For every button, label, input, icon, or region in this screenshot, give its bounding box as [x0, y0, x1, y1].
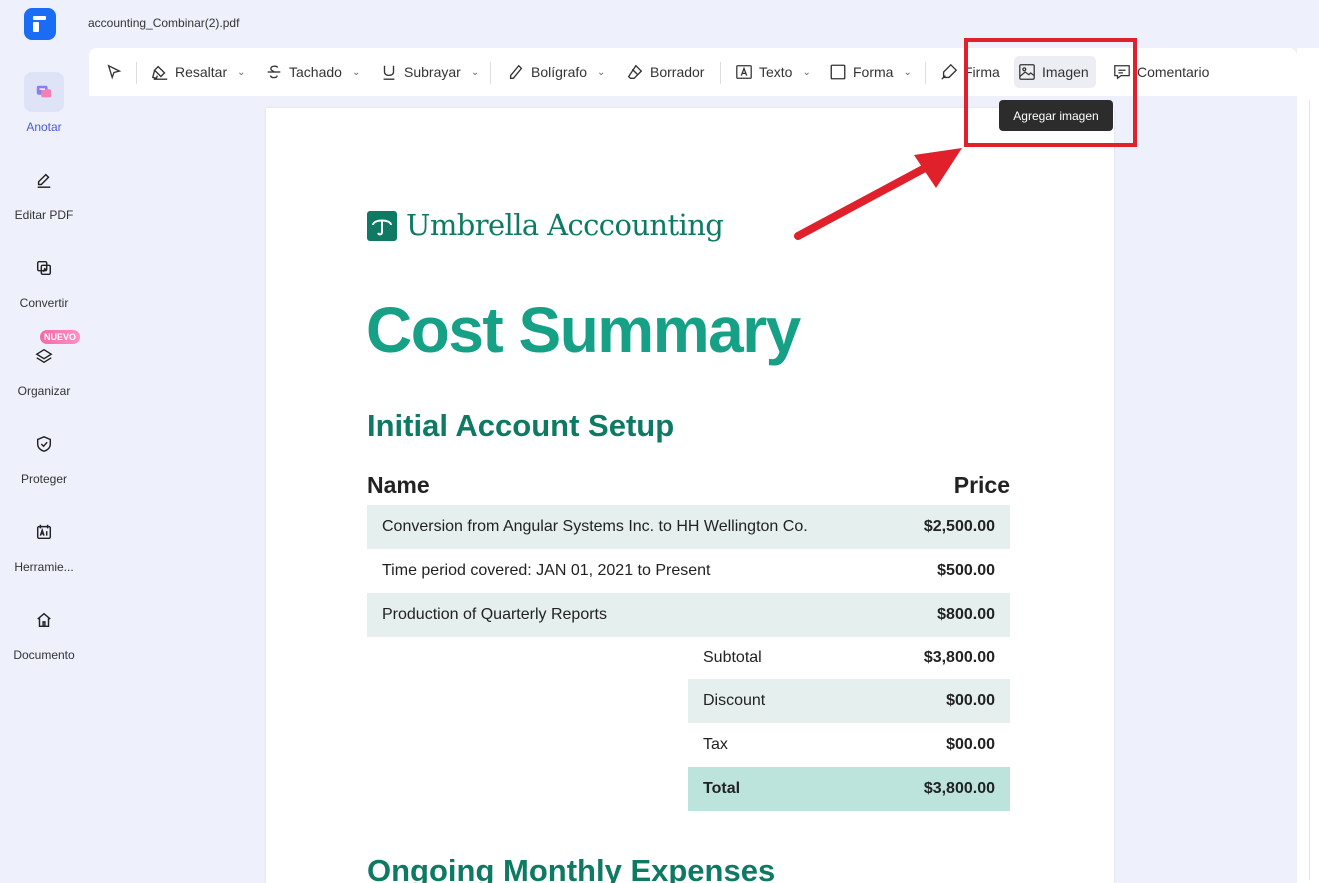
summary-value: $00.00 [946, 736, 995, 753]
row-name: Conversion from Angular Systems Inc. to … [382, 518, 808, 535]
eraser-icon [627, 64, 643, 79]
row-price: $2,500.00 [923, 518, 995, 535]
eraser-tool-button[interactable]: Borrador [622, 56, 708, 88]
section-heading: Ongoing Monthly Expenses [367, 853, 776, 883]
tools-icon [24, 512, 64, 552]
sidebar-item-convert[interactable]: Convertir [0, 248, 88, 328]
toolbar-divider [925, 62, 926, 84]
chevron-down-icon[interactable]: ⌄ [802, 67, 810, 78]
row-price: $800.00 [937, 606, 995, 623]
toolbar-divider [720, 62, 721, 84]
summary-label: Subtotal [703, 649, 762, 666]
strikethrough-icon [267, 65, 281, 79]
text-tool-button[interactable]: Texto ⌄ [731, 56, 815, 88]
shape-tool-button[interactable]: Forma ⌄ [825, 56, 916, 88]
sidebar-item-annotate[interactable]: Anotar [0, 72, 88, 152]
sidebar-item-label: Herramie... [14, 560, 74, 574]
text-box-icon [736, 65, 752, 79]
summary-row-discount: Discount $00.00 [688, 679, 1010, 723]
sidebar-item-label: Anotar [26, 120, 62, 134]
select-tool-button[interactable] [101, 56, 127, 88]
signature-pen-icon [941, 63, 958, 80]
strikethrough-label: Tachado [289, 64, 342, 80]
square-icon [830, 64, 846, 80]
pen-icon [509, 64, 523, 79]
sidebar-item-organize[interactable]: NUEVO Organizar [0, 330, 88, 416]
protect-icon [24, 424, 64, 464]
summary-row-subtotal: Subtotal $3,800.00 [688, 636, 1010, 680]
annotate-icon [24, 72, 64, 112]
summary-value: $3,800.00 [923, 649, 995, 666]
eraser-label: Borrador [650, 64, 705, 80]
table-row: Time period covered: JAN 01, 2021 to Pre… [367, 549, 1010, 593]
sidebar-item-label: Convertir [19, 296, 69, 310]
sidebar: Anotar Editar PDF Convertir NUEVO Organi… [0, 48, 88, 883]
sidebar-item-protect[interactable]: Proteger [0, 424, 88, 504]
convert-icon [24, 248, 64, 288]
right-panel [1297, 48, 1319, 883]
chevron-down-icon[interactable]: ⌄ [903, 67, 911, 78]
summary-label: Tax [703, 736, 728, 753]
summary-value: $3,800.00 [923, 780, 995, 797]
summary-label: Discount [703, 692, 766, 709]
shape-label: Forma [853, 64, 894, 80]
highlight-box [964, 38, 1137, 147]
highlight-label: Resaltar [175, 64, 228, 80]
app-logo[interactable] [24, 8, 56, 40]
toolbar-divider [136, 62, 137, 84]
edit-pdf-icon [24, 160, 64, 200]
sidebar-item-document[interactable]: Documento [0, 600, 88, 680]
highlighter-icon [151, 65, 168, 80]
column-header-price: Price [953, 472, 1010, 498]
row-name: Time period covered: JAN 01, 2021 to Pre… [382, 562, 711, 579]
sidebar-item-label: Organizar [17, 384, 71, 398]
chevron-down-icon[interactable]: ⌄ [597, 67, 605, 78]
summary-row-total: Total $3,800.00 [688, 767, 1010, 811]
document-title: Cost Summary [366, 294, 801, 366]
underline-label: Subrayar [404, 64, 461, 80]
summary-value: $00.00 [946, 692, 995, 709]
file-name: accounting_Combinar(2).pdf [88, 16, 240, 30]
sidebar-item-label: Proteger [20, 472, 68, 486]
summary-row-tax: Tax $00.00 [688, 723, 1010, 767]
sidebar-item-label: Documento [13, 648, 75, 662]
pdf-page[interactable]: Umbrella Acccounting Cost Summary Initia… [266, 108, 1114, 883]
comment-label: Comentario [1137, 64, 1210, 80]
summary-label: Total [703, 780, 741, 797]
sidebar-item-tools[interactable]: Herramie... [0, 512, 88, 592]
sidebar-item-label: Editar PDF [14, 208, 74, 222]
home-icon [24, 600, 64, 640]
pen-tool-button[interactable]: Bolígrafo ⌄ [503, 56, 609, 88]
toolbar-divider [490, 62, 491, 84]
text-label: Texto [759, 64, 793, 80]
document-viewport[interactable]: Umbrella Acccounting Cost Summary Initia… [89, 96, 1291, 883]
brand-name: Umbrella Acccounting [406, 208, 724, 242]
table-row: Production of Quarterly Reports $800.00 [367, 593, 1010, 637]
section-heading: Initial Account Setup [367, 408, 675, 443]
umbrella-logo-icon [367, 211, 397, 241]
highlight-tool-button[interactable]: Resaltar ⌄ [147, 56, 250, 88]
row-price: $500.00 [937, 562, 995, 579]
chevron-down-icon[interactable]: ⌄ [352, 67, 360, 78]
strikethrough-tool-button[interactable]: Tachado ⌄ [261, 56, 364, 88]
column-header-name: Name [367, 472, 430, 498]
pen-label: Bolígrafo [531, 64, 588, 80]
sidebar-item-edit-pdf[interactable]: Editar PDF [0, 160, 88, 240]
chevron-down-icon[interactable]: ⌄ [237, 67, 245, 78]
underline-tool-button[interactable]: Subrayar ⌄ [376, 56, 483, 88]
row-name: Production of Quarterly Reports [382, 606, 607, 623]
underline-icon [383, 65, 395, 80]
new-badge: NUEVO [40, 330, 81, 344]
cursor-icon [107, 64, 122, 80]
table-row: Conversion from Angular Systems Inc. to … [367, 505, 1010, 549]
chevron-down-icon[interactable]: ⌄ [471, 67, 479, 78]
